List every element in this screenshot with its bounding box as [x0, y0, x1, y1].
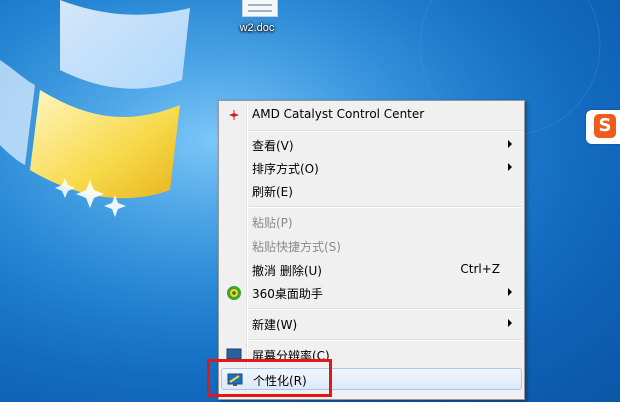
menu-item-amd-catalyst[interactable]: AMD Catalyst Control Center — [221, 104, 522, 126]
shortcut-text: Ctrl+Z — [460, 262, 500, 276]
submenu-arrow-icon — [508, 163, 512, 171]
menu-separator — [249, 339, 522, 341]
menu-item-paste-shortcut[interactable]: 粘贴快捷方式(S) — [221, 235, 522, 257]
submenu-arrow-icon — [508, 288, 512, 296]
menu-separator — [249, 206, 522, 208]
desktop-file-name: w2.doc — [239, 22, 275, 34]
menu-separator — [249, 308, 522, 310]
highlight-annotation-box — [207, 359, 332, 397]
amd-catalyst-icon — [229, 110, 239, 120]
sogou-icon[interactable]: S — [586, 110, 620, 144]
menu-item-view[interactable]: 查看(V) — [221, 134, 522, 156]
menu-item-360-assistant[interactable]: 360桌面助手 — [221, 282, 522, 304]
menu-item-sort-by[interactable]: 排序方式(O) — [221, 157, 522, 179]
desktop-context-menu: AMD Catalyst Control Center 查看(V) 排序方式(O… — [218, 100, 525, 400]
menu-item-new[interactable]: 新建(W) — [221, 313, 522, 335]
menu-separator — [249, 130, 522, 132]
menu-item-refresh[interactable]: 刷新(E) — [221, 180, 522, 202]
menu-item-paste[interactable]: 粘贴(P) — [221, 211, 522, 233]
desktop-file-w2-doc[interactable]: w2.doc — [232, 0, 292, 44]
document-icon — [242, 0, 278, 17]
menu-item-undo-delete[interactable]: 撤消 删除(U) Ctrl+Z — [221, 259, 522, 281]
360-assistant-icon — [227, 286, 241, 300]
submenu-arrow-icon — [508, 319, 512, 327]
submenu-arrow-icon — [508, 140, 512, 148]
